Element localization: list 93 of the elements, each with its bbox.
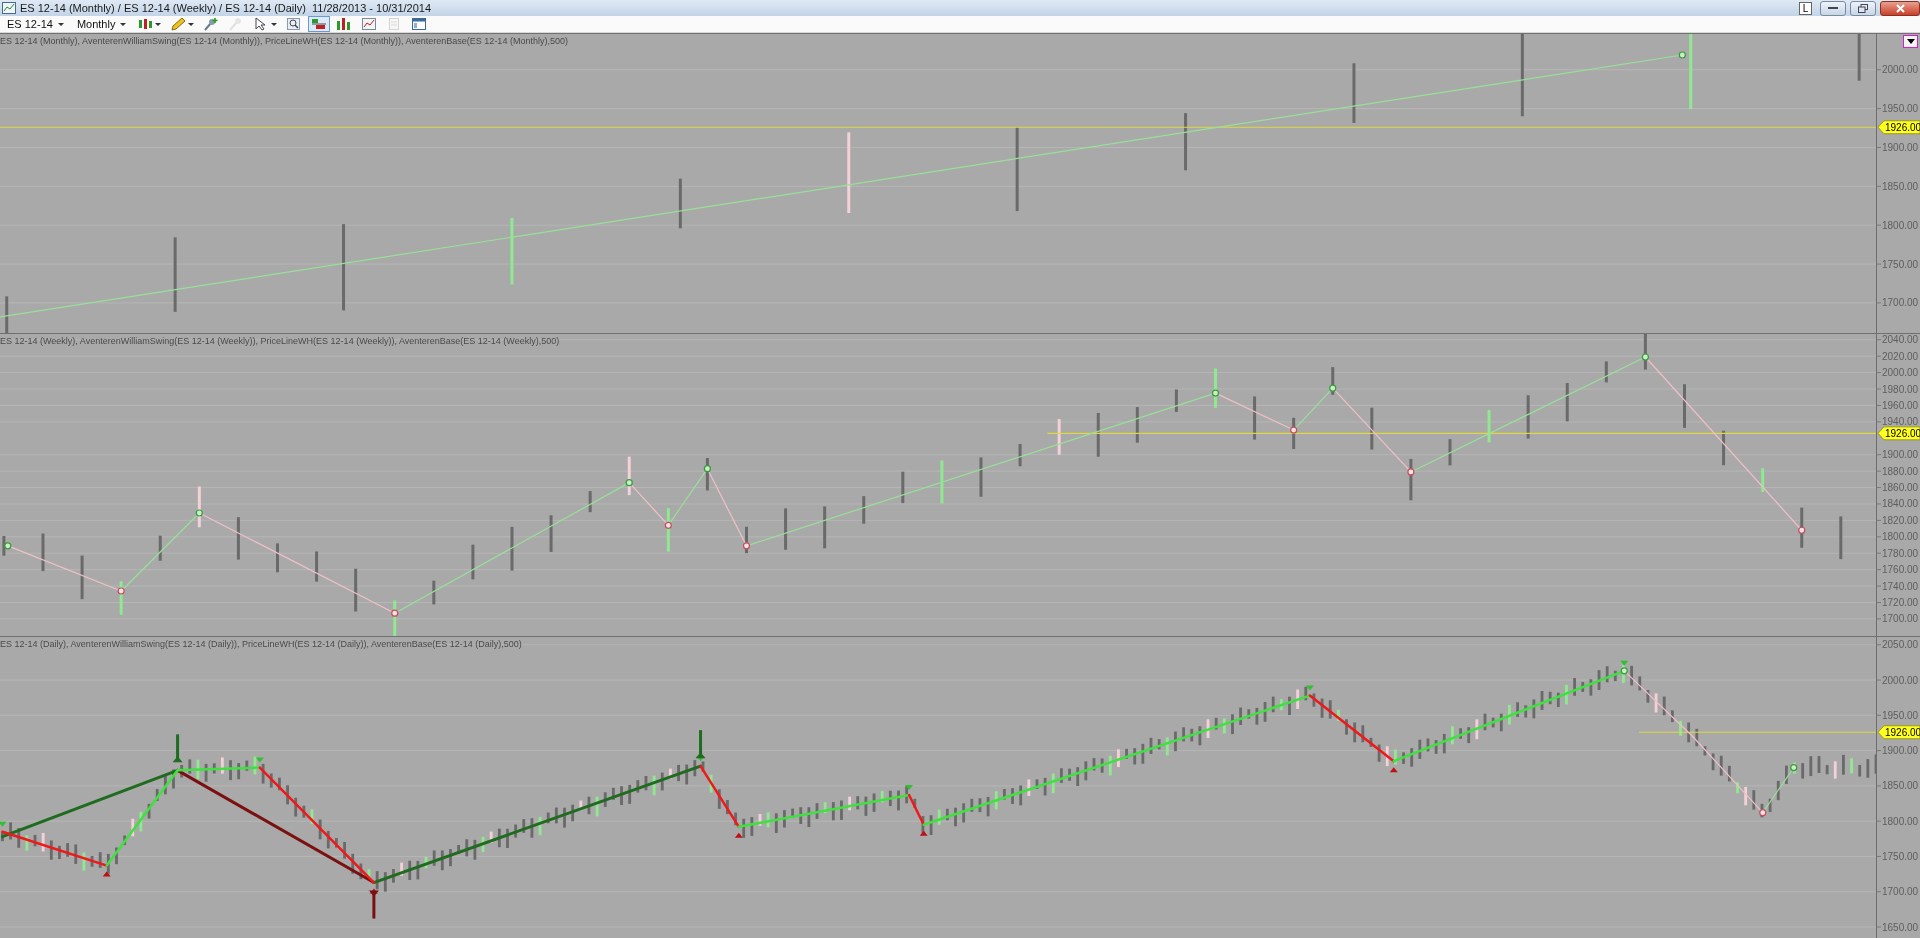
axis-label: 1940.00 (1882, 416, 1919, 428)
swing-marker (1329, 384, 1337, 392)
triangle-marker (102, 871, 111, 877)
axis-label: 1840.00 (1882, 498, 1919, 510)
axis-label: 1700.00 (1882, 613, 1919, 625)
candlestick-icon (137, 17, 154, 31)
axis-label: 1850.00 (1882, 180, 1919, 192)
axis-label: 1900.00 (1882, 745, 1919, 757)
caret-icon (271, 22, 278, 26)
swing-marker (117, 587, 125, 595)
axis-label: 1800.00 (1882, 531, 1919, 543)
swing-marker (1641, 353, 1649, 361)
swing-marker (1211, 389, 1220, 397)
menu-button[interactable] (1903, 35, 1918, 48)
layout-button[interactable]: L (1799, 1, 1812, 15)
axis-label: 1800.00 (1882, 219, 1919, 231)
interval-dropdown[interactable]: Monthly (71, 16, 132, 32)
axis-label: 1700.00 (1882, 886, 1919, 898)
axis-label: 2000.00 (1882, 367, 1919, 379)
swing-marker (1759, 809, 1767, 817)
axis-label: 2020.00 (1882, 350, 1919, 362)
axis-label: 1820.00 (1882, 514, 1919, 526)
bar-chart-icon (336, 17, 353, 31)
axis-label: 1900.00 (1882, 449, 1919, 461)
axis-label: 1950.00 (1882, 103, 1919, 115)
triangle-marker (1305, 685, 1314, 691)
restore-icon (1858, 3, 1868, 13)
axis-label: 1720.00 (1882, 597, 1919, 608)
caret-icon (57, 22, 64, 26)
price-tag: 1926.00 (1877, 725, 1920, 740)
swing-marker (195, 509, 203, 517)
chart-legend: ES 12-14 (Daily), AventerenWilliamSwing(ES 12-14 (Daily)), PriceLineWH(ES 12-14 (Daily)), AventerenBase(ES 12-14 (Daily),500) (0, 639, 522, 649)
minimize-icon (1828, 6, 1838, 10)
axis-label: 1960.00 (1882, 399, 1919, 411)
arrow-marker (368, 890, 379, 919)
axis-label: 1780.00 (1882, 547, 1919, 559)
arrow-marker (695, 730, 706, 759)
axis-label: 1800.00 (1882, 815, 1919, 827)
axis-label: 1750.00 (1882, 258, 1919, 270)
magnifier-icon (286, 17, 303, 31)
caret-icon (120, 22, 127, 26)
triangle-marker (919, 830, 928, 836)
axis-label: 1700.00 (1882, 297, 1919, 309)
axis-label: 2000.00 (1882, 674, 1919, 686)
axis-label: 2050.00 (1882, 639, 1919, 651)
axis-label: 1650.00 (1882, 921, 1919, 933)
triangle-marker (905, 785, 914, 791)
axis-label: 1950.00 (1882, 709, 1919, 721)
swing-marker (664, 521, 672, 529)
close-icon (1895, 3, 1905, 13)
arrow-marker (172, 734, 183, 763)
triangle-marker (1389, 767, 1398, 773)
swing-marker (703, 465, 711, 473)
axis-label: 1880.00 (1882, 465, 1919, 477)
axis-label: 1740.00 (1882, 580, 1919, 592)
chart-legend: ES 12-14 (Weekly), AventerenWilliamSwing(ES 12-14 (Weekly)), PriceLineWH(ES 12-14 (Weekly)), AventerenBase(ES 12-14 (Weekly),500) (0, 336, 560, 346)
pin-plus-icon (203, 17, 220, 31)
axis-label: 2040.00 (1882, 334, 1919, 346)
swing-marker (625, 479, 633, 487)
chart-legend: ES 12-14 (Monthly), AventerenWilliamSwing(ES 12-14 (Monthly)), PriceLineWH(ES 12-14 (Monthly)), AventerenBase(ES 12-14 (Monthly),500) (0, 36, 568, 46)
window-title: ES 12-14 (Monthly) / ES 12-14 (Weekly) / ES 12-14 (Daily) 11/28/2013 - 10/31/2014 (20, 2, 432, 14)
restore-button[interactable] (1850, 0, 1876, 16)
triangle-marker (255, 757, 264, 763)
axis-label: 2000.00 (1882, 64, 1919, 76)
swing-marker (1678, 51, 1686, 59)
axis-label: 1850.00 (1882, 780, 1919, 792)
price-tag: 1926.00 (1877, 426, 1920, 441)
axis-label: 1980.00 (1882, 383, 1919, 395)
minimize-button[interactable] (1820, 0, 1846, 16)
axis-label: 1750.00 (1882, 850, 1919, 862)
swing-marker (742, 542, 751, 550)
caret-icon (1906, 39, 1915, 44)
swing-marker (1790, 763, 1798, 772)
axis-label: 1900.00 (1882, 141, 1919, 153)
symbol-dropdown[interactable]: ES 12-14 (2, 16, 69, 32)
axis-label: 1860.00 (1882, 482, 1919, 494)
swing-marker (1290, 426, 1298, 434)
swing-marker (1620, 667, 1628, 675)
tool-button[interactable] (308, 16, 331, 32)
price-tag: 1926.00 (1877, 120, 1920, 135)
triangle-marker (0, 821, 7, 827)
swing-marker (1407, 468, 1415, 476)
triangle-marker (734, 832, 743, 838)
swing-marker (391, 609, 399, 617)
chart-icon (2, 2, 16, 14)
swing-marker (4, 542, 12, 550)
caret-icon (155, 22, 162, 26)
caret-icon (188, 22, 195, 26)
axis-label: 1760.00 (1882, 564, 1919, 576)
panels-icon (311, 17, 328, 31)
swing-marker (1798, 526, 1806, 534)
close-button[interactable] (1880, 0, 1920, 16)
triangle-marker (1620, 660, 1629, 666)
